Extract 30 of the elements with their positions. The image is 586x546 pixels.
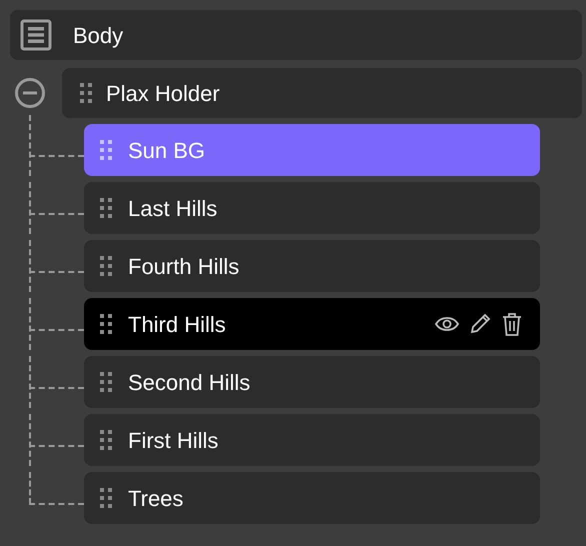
drag-handle-icon[interactable] — [80, 83, 92, 103]
drag-handle-icon[interactable] — [100, 372, 112, 392]
drag-handle-icon[interactable] — [100, 140, 112, 160]
row-label: First Hills — [128, 426, 218, 454]
row-label: Second Hills — [128, 368, 250, 396]
drag-handle-icon[interactable] — [100, 198, 112, 218]
tree-row[interactable]: Second Hills — [84, 356, 540, 408]
tree-row[interactable]: Last Hills — [84, 182, 540, 234]
trash-icon[interactable] — [500, 311, 524, 337]
pencil-icon[interactable] — [468, 312, 492, 336]
row-label: Fourth Hills — [128, 252, 240, 280]
row-label: Trees — [128, 484, 184, 512]
tree-row[interactable]: Fourth Hills — [84, 240, 540, 292]
tree-row[interactable]: First Hills — [84, 414, 540, 466]
row-label: Third Hills — [128, 310, 226, 338]
row-label: Sun BG — [128, 136, 206, 164]
drag-handle-icon[interactable] — [100, 256, 112, 276]
drag-handle-icon[interactable] — [100, 314, 112, 334]
tree-row[interactable]: Third Hills — [84, 298, 540, 350]
tree-row[interactable]: Body — [10, 10, 582, 60]
collapse-icon[interactable] — [14, 77, 46, 109]
document-icon — [20, 19, 52, 51]
row-label: Last Hills — [128, 194, 218, 222]
tree-row[interactable]: Trees — [84, 472, 540, 524]
row-label: Plax Holder — [106, 80, 220, 108]
tree-row[interactable]: Plax Holder — [62, 68, 582, 118]
row-label: Body — [73, 22, 124, 50]
drag-handle-icon[interactable] — [100, 430, 112, 450]
tree-row[interactable]: Sun BG — [84, 124, 540, 176]
drag-handle-icon[interactable] — [100, 488, 112, 508]
